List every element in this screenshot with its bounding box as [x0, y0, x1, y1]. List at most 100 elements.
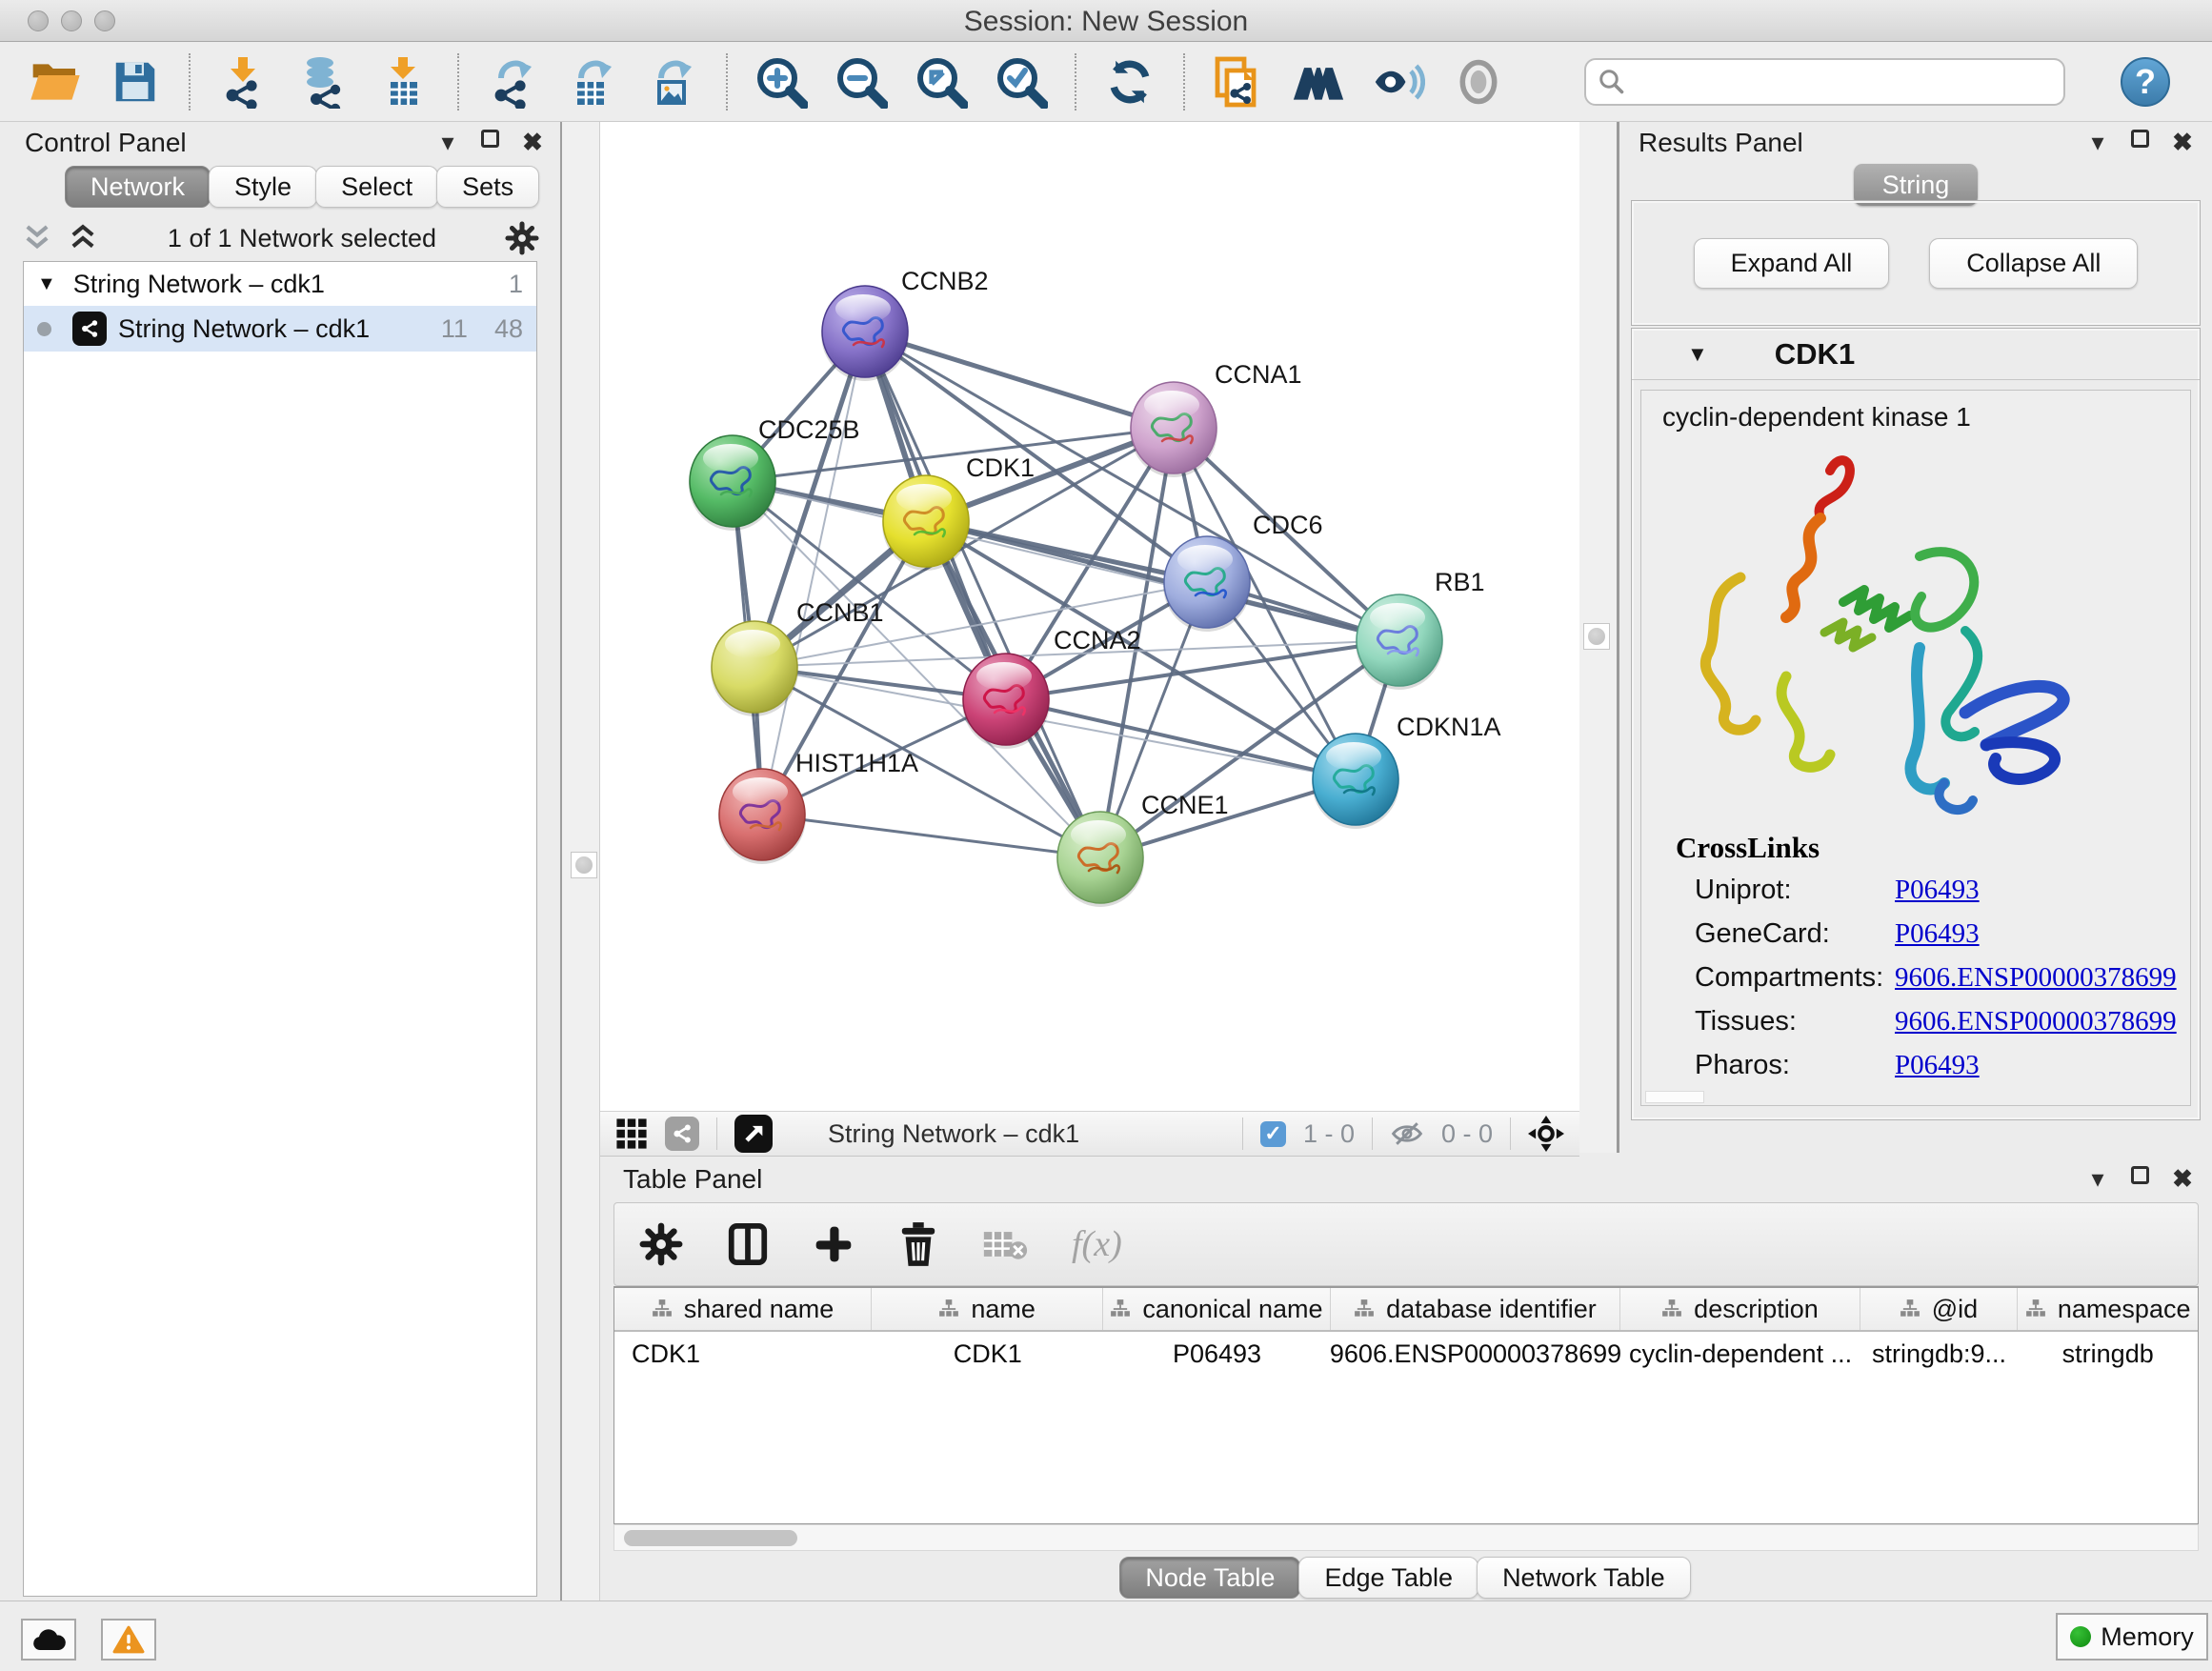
export-table-icon[interactable] — [566, 55, 619, 109]
network-node-CCNA2[interactable] — [962, 654, 1050, 749]
network-edge[interactable] — [762, 815, 1100, 857]
column-header[interactable]: namespace — [2018, 1288, 2198, 1330]
expand-all-icon[interactable] — [67, 222, 99, 254]
search-input[interactable] — [1634, 67, 2052, 98]
network-node-CDKN1A[interactable] — [1312, 734, 1399, 829]
panel-menu-icon[interactable]: ▾ — [2085, 130, 2110, 154]
close-panel-icon[interactable]: ✖ — [2170, 1166, 2195, 1191]
table-row[interactable]: CDK1 CDK1 P06493 9606.ENSP00000378699 cy… — [614, 1332, 2198, 1376]
cell-name[interactable]: CDK1 — [872, 1332, 1103, 1376]
tab-style[interactable]: Style — [209, 166, 317, 208]
network-node-CCNB1[interactable] — [711, 621, 798, 716]
network-canvas[interactable]: CCNB2CCNA1CDC25BCDK1CDC6RB1CCNB1CCNA2CDK… — [600, 122, 1579, 1111]
import-network-icon[interactable] — [217, 55, 271, 109]
cell-namespace[interactable]: stringdb — [2018, 1332, 2198, 1376]
right-splitter[interactable] — [1579, 122, 1619, 1153]
clone-network-icon[interactable] — [1212, 55, 1265, 109]
save-session-icon[interactable] — [109, 55, 162, 109]
grid-view-icon[interactable] — [615, 1117, 648, 1150]
column-header[interactable]: name — [872, 1288, 1103, 1330]
left-splitter[interactable] — [560, 122, 600, 1601]
tab-network[interactable]: Network — [65, 166, 211, 208]
column-header[interactable]: shared name — [614, 1288, 872, 1330]
cell-shared-name[interactable]: CDK1 — [614, 1332, 872, 1376]
tab-network-table[interactable]: Network Table — [1477, 1557, 1691, 1599]
panel-menu-icon[interactable]: ▾ — [435, 130, 460, 154]
tab-sets[interactable]: Sets — [436, 166, 539, 208]
crosslink-link[interactable]: P06493 — [1895, 918, 1980, 950]
cell-description[interactable]: cyclin-dependent ... — [1620, 1332, 1860, 1376]
network-node-CDC25B[interactable] — [689, 435, 776, 531]
birds-eye-view-icon[interactable] — [1452, 55, 1505, 109]
collapse-all-icon[interactable] — [21, 222, 53, 254]
first-neighbors-icon[interactable] — [1292, 55, 1345, 109]
memory-button[interactable]: Memory — [2056, 1613, 2208, 1661]
crosslink-link[interactable]: 9606.ENSP00000378699 — [1895, 1006, 2177, 1037]
zoom-fit-icon[interactable] — [915, 55, 968, 109]
table-options-gear-icon[interactable] — [639, 1222, 683, 1266]
network-node-RB1[interactable] — [1356, 594, 1443, 690]
birds-eye-toggle-icon[interactable] — [734, 1115, 773, 1153]
zoom-out-icon[interactable] — [835, 55, 888, 109]
delete-table-icon[interactable] — [982, 1225, 1028, 1263]
function-builder-icon[interactable]: f(x) — [1072, 1223, 1122, 1265]
delete-column-icon[interactable] — [898, 1222, 938, 1266]
gene-section-header[interactable]: ▼ CDK1 — [1632, 329, 2200, 380]
left-splitter-handle[interactable] — [571, 852, 597, 878]
import-table-icon[interactable] — [377, 55, 431, 109]
string-view-icon[interactable] — [665, 1117, 699, 1151]
selected-nodes-checkbox[interactable]: ✓ — [1260, 1121, 1286, 1147]
tab-select[interactable]: Select — [315, 166, 438, 208]
network-row[interactable]: String Network – cdk1 11 48 — [24, 306, 536, 352]
collapse-all-button[interactable]: Collapse All — [1929, 238, 2138, 289]
network-graph[interactable]: CCNB2CCNA1CDC25BCDK1CDC6RB1CCNB1CCNA2CDK… — [600, 122, 1579, 1111]
show-columns-icon[interactable] — [727, 1222, 769, 1266]
close-panel-icon[interactable]: ✖ — [2170, 130, 2195, 154]
float-panel-icon[interactable] — [2131, 130, 2149, 148]
right-splitter-handle[interactable] — [1583, 623, 1610, 650]
close-panel-icon[interactable]: ✖ — [520, 130, 545, 154]
cell-canonical-name[interactable]: P06493 — [1103, 1332, 1330, 1376]
section-caret-icon[interactable]: ▼ — [1687, 342, 1708, 367]
import-database-icon[interactable] — [297, 55, 351, 109]
network-node-CCNE1[interactable] — [1056, 812, 1144, 907]
collection-caret-icon[interactable]: ▼ — [37, 273, 56, 295]
tab-edge-table[interactable]: Edge Table — [1298, 1557, 1478, 1599]
cloud-status-button[interactable] — [21, 1619, 76, 1661]
cell-id[interactable]: stringdb:9... — [1860, 1332, 2019, 1376]
scrollbar-nub[interactable] — [1645, 1091, 1704, 1103]
column-header[interactable]: @id — [1860, 1288, 2019, 1330]
expand-all-button[interactable]: Expand All — [1694, 238, 1890, 289]
export-image-icon[interactable] — [646, 55, 699, 109]
scrollbar-thumb[interactable] — [624, 1530, 797, 1546]
float-panel-icon[interactable] — [2131, 1166, 2149, 1184]
open-file-icon[interactable] — [29, 55, 82, 109]
tab-node-table[interactable]: Node Table — [1119, 1557, 1300, 1599]
network-edge[interactable] — [865, 332, 1100, 857]
cell-database-identifier[interactable]: 9606.ENSP00000378699 — [1331, 1332, 1621, 1376]
refresh-icon[interactable] — [1103, 55, 1156, 109]
show-graphics-details-icon[interactable] — [1372, 55, 1425, 109]
hidden-elements-icon[interactable] — [1390, 1119, 1424, 1148]
crosslink-link[interactable]: P06493 — [1895, 875, 1980, 906]
panel-menu-icon[interactable]: ▾ — [2085, 1166, 2110, 1191]
horizontal-scrollbar[interactable] — [613, 1524, 2199, 1551]
crosslink-link[interactable]: P06493 — [1895, 1050, 1980, 1081]
fit-content-icon[interactable] — [1528, 1116, 1564, 1152]
export-network-icon[interactable] — [486, 55, 539, 109]
column-header[interactable]: canonical name — [1103, 1288, 1330, 1330]
column-header[interactable]: description — [1620, 1288, 1860, 1330]
network-node-CDK1[interactable] — [882, 475, 970, 571]
network-node-CCNB2[interactable] — [821, 286, 909, 381]
column-header[interactable]: database identifier — [1331, 1288, 1621, 1330]
crosslink-link[interactable]: 9606.ENSP00000378699 — [1895, 962, 2177, 994]
network-node-CCNA1[interactable] — [1130, 382, 1217, 477]
network-edge[interactable] — [865, 332, 1174, 428]
gear-icon[interactable] — [505, 221, 539, 255]
create-column-icon[interactable] — [813, 1223, 855, 1265]
zoom-in-icon[interactable] — [754, 55, 808, 109]
network-node-CDC6[interactable] — [1163, 536, 1251, 632]
float-panel-icon[interactable] — [481, 130, 499, 148]
warning-status-button[interactable] — [101, 1619, 156, 1661]
help-button[interactable]: ? — [2121, 57, 2170, 107]
